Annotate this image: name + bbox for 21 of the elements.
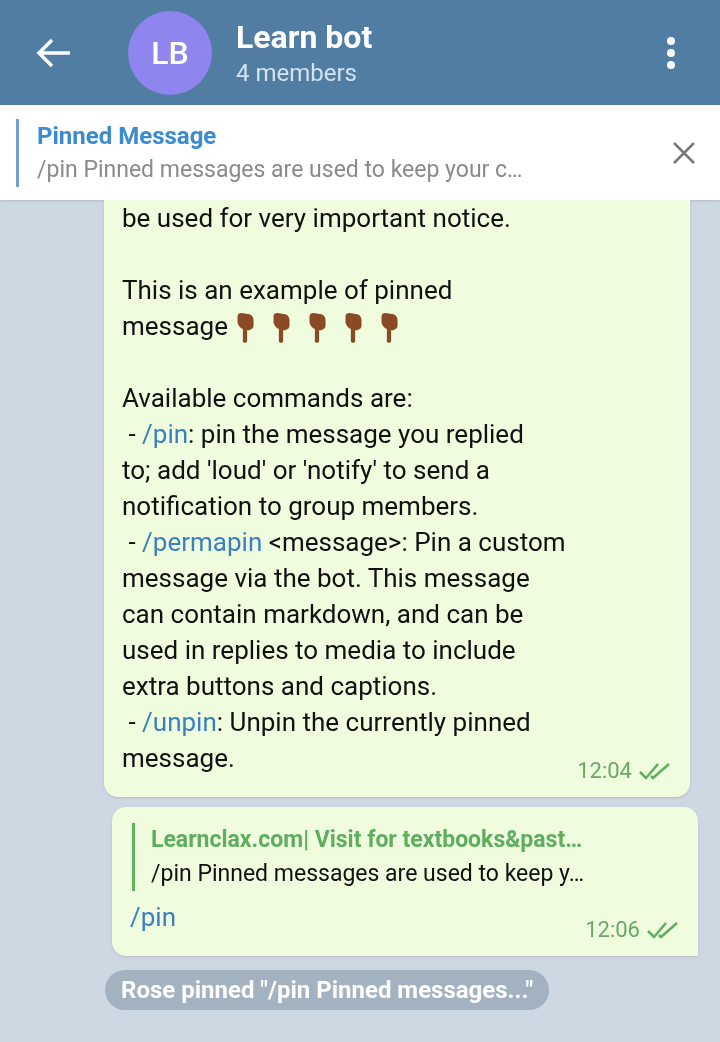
message-text: be used for very important notice. This is an example of pinned message Available commands are: - /pin: pin the message you replied to; add 'loud' or 'notify' to send a notification to group members. - /permapin <message>: Pin a custom message via the bot. This message can contain markdown, and can be used in replies to media to include extra buttons and captions. - /unpin: Unpin the currently pinned message. xyxy=(122,202,566,776)
member-count: 4 members xyxy=(236,57,358,89)
chat-title: Learn bot xyxy=(236,16,374,57)
reply-author: Learnclax.com| Visit for textbooks&past… xyxy=(151,825,584,856)
double-check-icon xyxy=(638,760,672,781)
command-link[interactable]: /pin xyxy=(142,419,189,450)
message-time: 12:04 xyxy=(577,757,632,786)
pinned-title: Pinned Message xyxy=(37,120,218,152)
avatar[interactable]: LB xyxy=(128,10,212,95)
close-icon[interactable] xyxy=(672,140,696,165)
back-arrow-icon[interactable] xyxy=(36,36,72,69)
message-time: 12:06 xyxy=(585,916,640,945)
pinned-message-bar[interactable]: Pinned Message /pin Pinned messages are used to keep your c… xyxy=(0,105,720,200)
reply-preview: /pin Pinned messages are used to keep y… xyxy=(151,859,586,890)
command-link[interactable]: /pin xyxy=(130,902,176,933)
service-message: Rose pinned "/pin Pinned messages..." xyxy=(105,970,550,1011)
more-menu-icon[interactable] xyxy=(666,35,676,70)
pinned-preview: /pin Pinned messages are used to keep your c… xyxy=(37,154,524,185)
command-link[interactable]: /permapin xyxy=(142,527,263,558)
double-check-icon xyxy=(646,919,680,940)
command-link[interactable]: /unpin xyxy=(142,707,217,738)
